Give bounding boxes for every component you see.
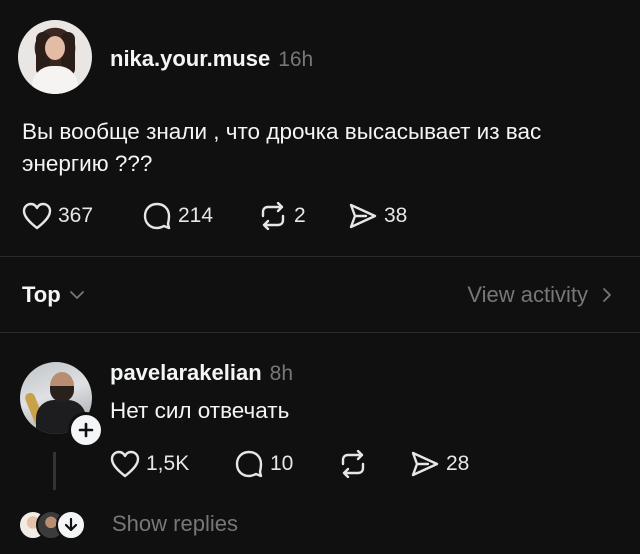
heart-icon <box>22 202 52 230</box>
view-activity-label: View activity <box>467 282 588 307</box>
post-share-button[interactable]: 38 <box>348 202 407 230</box>
post-author-avatar[interactable] <box>18 20 92 94</box>
plus-icon <box>78 422 94 438</box>
post-repost-count: 2 <box>294 204 306 227</box>
repost-icon <box>261 202 285 230</box>
repost-icon <box>341 450 365 478</box>
chevron-down-icon <box>69 291 84 299</box>
post-like-button[interactable]: 367 <box>22 202 93 230</box>
post-repost-button[interactable]: 2 <box>258 202 306 230</box>
post-comment-count: 214 <box>178 204 214 227</box>
reply-text: Нет сил отвечать <box>110 398 290 423</box>
post-timestamp: 16h <box>278 48 314 71</box>
post-comment-button[interactable]: 214 <box>142 202 213 230</box>
post-username[interactable]: nika.your.muse <box>110 46 270 72</box>
chevron-right-icon <box>603 288 611 302</box>
reply-comment-button[interactable]: 10 <box>234 450 293 478</box>
divider <box>0 256 640 257</box>
reply-like-button[interactable]: 1,5K <box>110 450 189 478</box>
post-header: nika.your.muse 16h <box>110 46 313 72</box>
comment-icon <box>235 450 263 478</box>
reply-share-button[interactable]: 28 <box>410 450 469 478</box>
divider <box>0 332 640 333</box>
expand-replies-button[interactable] <box>56 510 86 540</box>
reply-header: pavelarakelian 8h <box>110 360 293 386</box>
view-activity-link[interactable]: View activity <box>467 282 612 308</box>
arrow-down-icon <box>64 517 78 532</box>
thread-line <box>53 452 56 490</box>
reply-like-count: 1,5K <box>146 452 190 475</box>
comment-icon <box>143 202 171 230</box>
share-icon <box>349 203 377 229</box>
show-replies-link[interactable]: Show replies <box>112 511 238 537</box>
reply-timestamp: 8h <box>269 362 294 385</box>
post-like-count: 367 <box>58 204 94 227</box>
reply-comment-count: 10 <box>270 452 294 475</box>
heart-icon <box>110 450 140 478</box>
sort-label: Top <box>22 282 61 307</box>
reply-share-count: 28 <box>446 452 470 475</box>
sort-dropdown[interactable]: Top <box>22 282 85 308</box>
follow-plus-button[interactable] <box>68 412 104 448</box>
post-text: Вы вообще знали , что дрочка высасывает … <box>22 119 542 176</box>
reply-repost-button[interactable] <box>338 450 374 478</box>
reply-username[interactable]: pavelarakelian <box>110 360 262 386</box>
share-icon <box>411 451 439 477</box>
reply-avatars-stack[interactable] <box>18 510 98 540</box>
post-share-count: 38 <box>384 204 408 227</box>
